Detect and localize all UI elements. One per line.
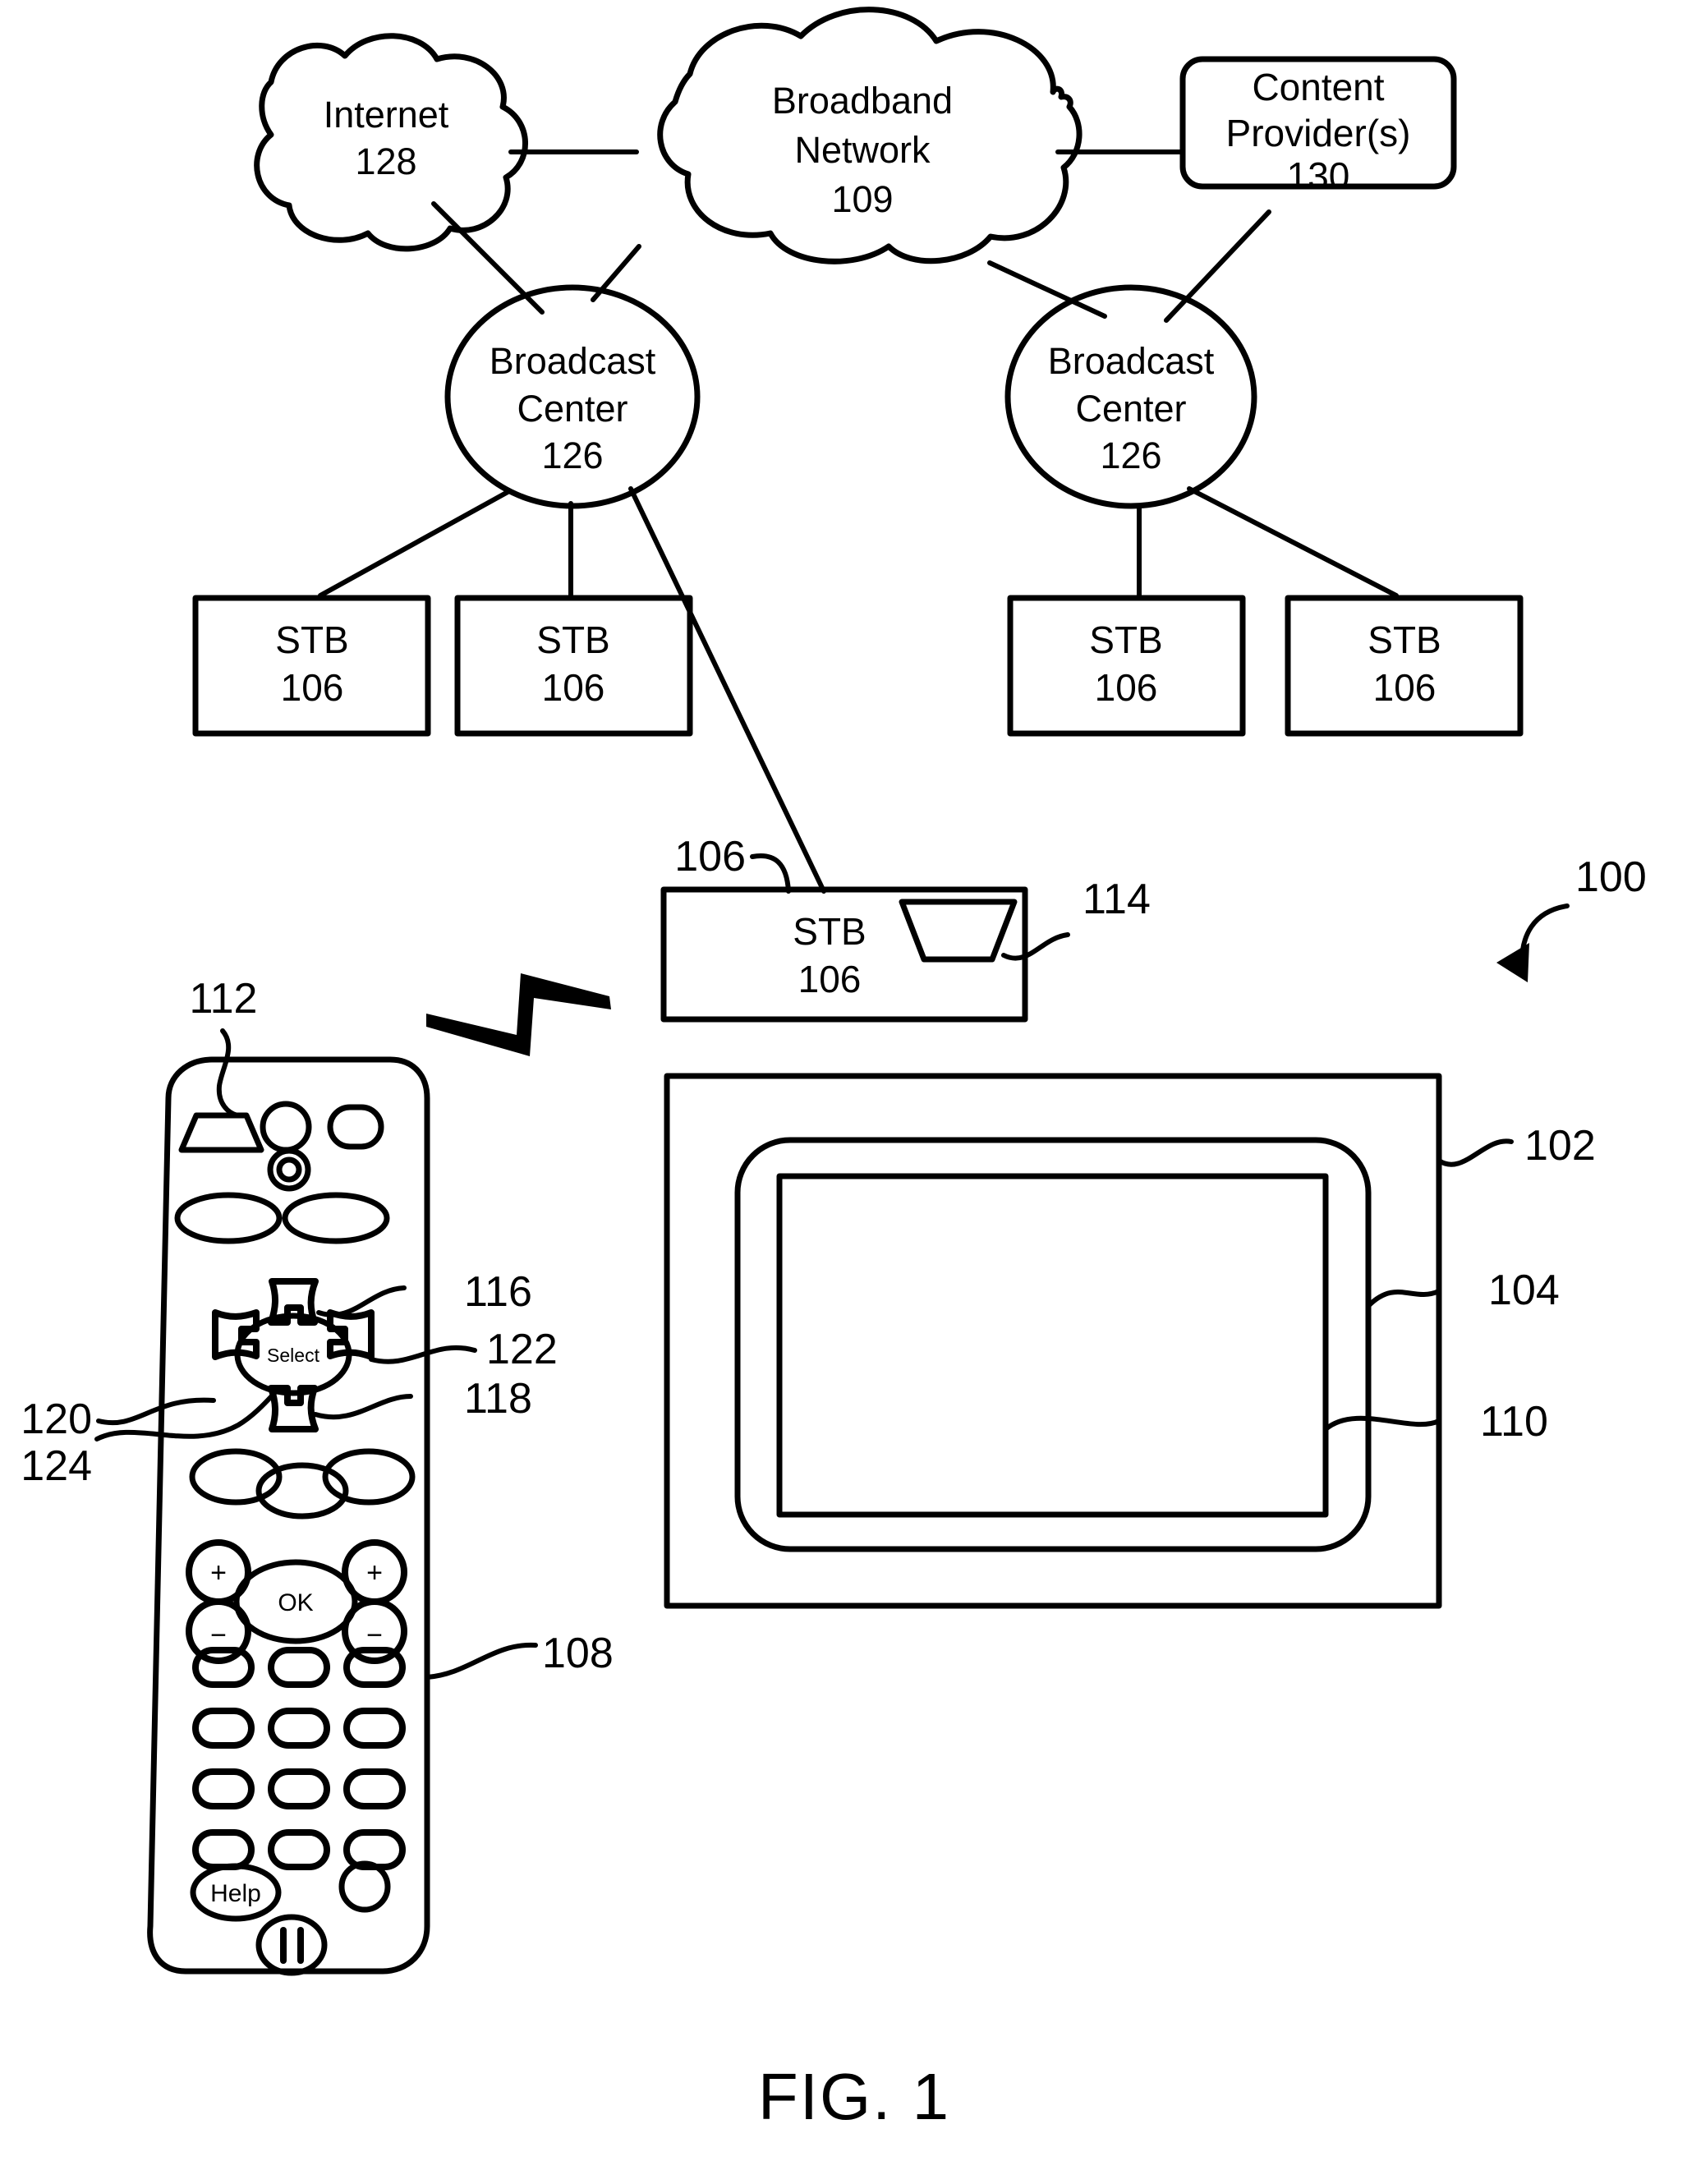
keypad-key[interactable] [343, 1768, 406, 1809]
broadcast-center-right-label-line1: Broadcast [1048, 340, 1215, 382]
keypad-key[interactable] [343, 1647, 406, 1688]
remote-ir-emitter-icon [178, 1112, 264, 1153]
remote-mode-button[interactable] [327, 1104, 384, 1150]
stb-box-4-label: STB [1368, 618, 1441, 661]
stb-box-3-ref: 106 [1095, 666, 1158, 709]
broadcast-center-right-node: Broadcast Center 126 [1004, 284, 1257, 509]
tv-bezel [734, 1137, 1372, 1552]
broadcast-center-left-label-line1: Broadcast [490, 340, 656, 382]
callout-tv-104: 104 [1366, 1267, 1560, 1314]
stb-box-1-ref: 106 [281, 666, 344, 709]
remote-menu-button[interactable] [174, 1192, 283, 1244]
broadband-label-line1: Broadband [772, 80, 953, 122]
volume-minus-label: − [210, 1620, 227, 1651]
broadcast-center-left-ref: 126 [541, 435, 603, 476]
keypad-key[interactable] [192, 1829, 255, 1870]
content-provider-label-line2: Provider(s) [1226, 112, 1411, 154]
stb-box-1-label: STB [275, 618, 348, 661]
broadcast-center-right-ref: 126 [1100, 435, 1161, 476]
remote-keypad [192, 1647, 406, 1870]
broadcast-center-right-label-line2: Center [1075, 388, 1186, 430]
remote-guide-button[interactable] [282, 1192, 390, 1244]
callout-dpad-122: 122 [369, 1326, 558, 1373]
content-provider-label-line1: Content [1252, 66, 1384, 108]
stb-box-2: STB 106 [454, 595, 693, 737]
remote-power-toggle-button[interactable] [338, 1860, 391, 1913]
stb-box-2-ref: 106 [542, 666, 605, 709]
broadband-network-cloud-node: Broadband Network 109 [657, 7, 1083, 264]
system-ref: 100 [1575, 853, 1647, 901]
dpad-right-ref: 122 [486, 1326, 558, 1373]
callout-tv-102: 102 [1436, 1122, 1596, 1170]
stb-box-1: STB 106 [192, 595, 431, 737]
remote-emitter-ref: 112 [190, 975, 258, 1023]
remote-pause-button[interactable] [255, 1914, 328, 1976]
tv-screen [776, 1173, 1329, 1518]
keypad-key[interactable] [343, 1708, 406, 1749]
remote-ok-label: OK [278, 1589, 313, 1616]
callout-remote-112: 112 [190, 975, 258, 1118]
remote-body-ref: 108 [542, 1630, 614, 1677]
remote-help-label: Help [210, 1880, 261, 1907]
internet-label: Internet [324, 94, 449, 136]
channel-minus-label: − [366, 1620, 383, 1651]
remote-power-button[interactable] [260, 1101, 312, 1153]
remote-control: Select + − OK + − Help [147, 1056, 430, 1976]
premises-stb-callout-ref: 106 [674, 833, 746, 880]
keypad-key[interactable] [343, 1829, 406, 1870]
callout-remote-108: 108 [425, 1630, 614, 1680]
figure-caption: FIG. 1 [758, 2060, 950, 2133]
dpad-select-ref: 124 [21, 1442, 92, 1490]
volume-plus-label: + [210, 1557, 227, 1589]
broadband-label-line2: Network [794, 129, 931, 171]
network-links [318, 149, 1399, 894]
keypad-key[interactable] [192, 1708, 255, 1749]
broadcast-center-left-label-line2: Center [517, 388, 627, 430]
channel-plus-label: + [366, 1557, 383, 1589]
keypad-key[interactable] [268, 1647, 330, 1688]
keypad-key[interactable] [192, 1647, 255, 1688]
keypad-key[interactable] [268, 1829, 330, 1870]
tv-bezel-ref: 104 [1488, 1267, 1560, 1314]
dpad-up-ref: 116 [464, 1268, 532, 1316]
stb-box-3: STB 106 [1007, 595, 1246, 737]
keypad-key[interactable] [268, 1768, 330, 1809]
dpad-select-label: Select [267, 1345, 320, 1366]
premises-stb: STB 106 [660, 886, 1028, 1023]
broadband-ref: 109 [831, 178, 893, 220]
internet-cloud-node: Internet 128 [254, 33, 528, 252]
internet-ref: 128 [355, 140, 416, 182]
stb-box-4-ref: 106 [1373, 666, 1436, 709]
remote-led-indicator-icon [267, 1147, 311, 1192]
callout-system-100: 100 [1496, 853, 1647, 982]
premises-stb-ref: 106 [798, 958, 862, 1000]
remote-ok-button[interactable]: OK [233, 1559, 358, 1644]
stb-box-2-label: STB [536, 618, 609, 661]
figure-canvas: Internet 128 Broadband Network 109 Conte… [21, 7, 1647, 2133]
tv-cabinet-ref: 102 [1524, 1122, 1596, 1170]
broadcast-center-left-node: Broadcast Center 126 [444, 284, 701, 509]
dpad-down-ref: 118 [464, 1375, 532, 1423]
callout-premises-stb-106: 106 [674, 833, 791, 894]
callout-dpad-118: 118 [313, 1375, 532, 1423]
stb-box-3-label: STB [1089, 618, 1162, 661]
television [664, 1073, 1442, 1609]
ir-receiver-ref: 114 [1083, 876, 1151, 923]
content-provider-node: Content Provider(s) 130 [1179, 56, 1457, 197]
remote-led-indicator-inner-icon [276, 1156, 302, 1183]
keypad-key[interactable] [268, 1708, 330, 1749]
ir-signal-icon [426, 973, 611, 1056]
patent-figure-1: Internet 128 Broadband Network 109 Conte… [0, 0, 1687, 2184]
content-provider-ref: 130 [1287, 154, 1350, 197]
keypad-key[interactable] [192, 1768, 255, 1809]
stb-box-4: STB 106 [1285, 595, 1524, 737]
premises-stb-label: STB [793, 910, 866, 953]
ir-receiver-icon [899, 899, 1018, 963]
tv-screen-ref: 110 [1480, 1398, 1548, 1446]
dpad-left-ref: 120 [21, 1395, 92, 1443]
remote-help-button[interactable]: Help [190, 1863, 282, 1922]
